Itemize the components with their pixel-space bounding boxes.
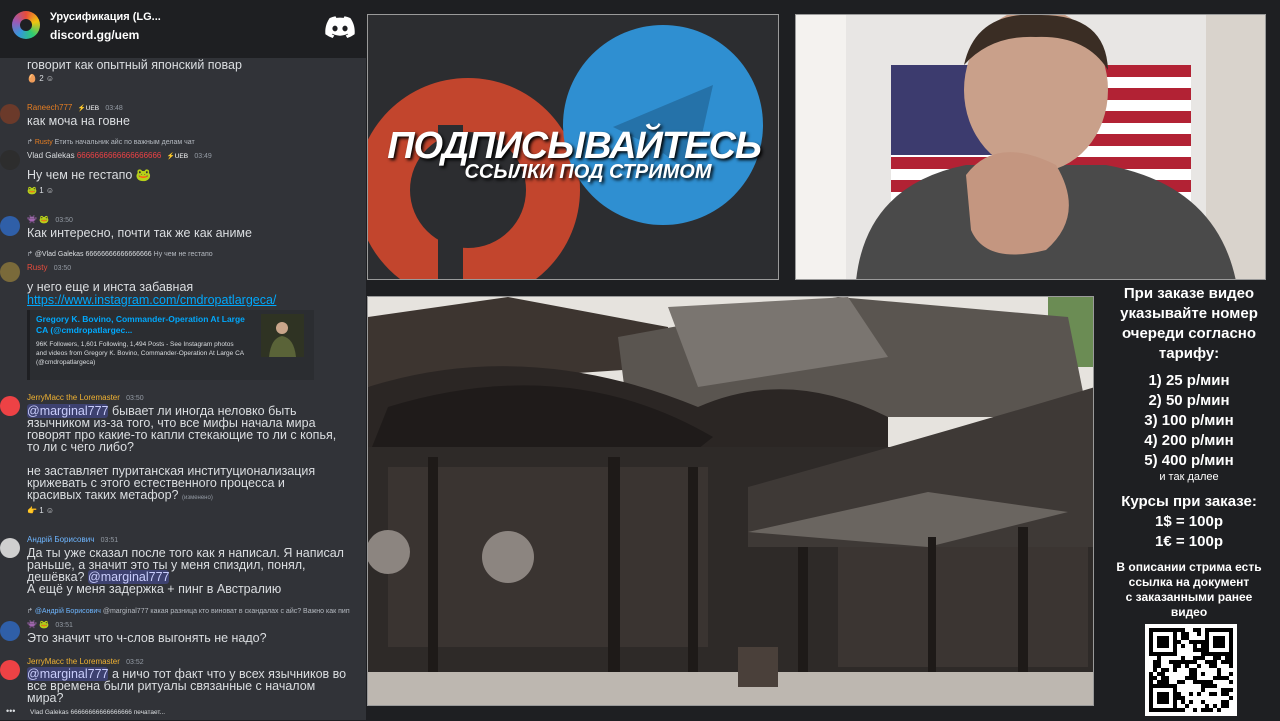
reaction-count: 1 xyxy=(39,186,44,195)
author-name[interactable]: Rusty xyxy=(27,263,47,272)
author-tag: 6666666666666666666 xyxy=(76,151,162,160)
instagram-link[interactable]: https://www.instagram.com/cmdropatlargec… xyxy=(27,293,276,307)
tariff-item: 1) 25 р/мин xyxy=(1148,372,1230,389)
rate-item: 1$ = 100р xyxy=(1155,513,1223,530)
subscribe-banner: ПОДПИСЫВАЙТЕСЬ ССЫЛКИ ПОД СТРИМОМ xyxy=(367,14,779,280)
typing-text: Vlad Galekas 66666666666666666 печатает.… xyxy=(30,709,166,716)
rates-title: Курсы при заказе: xyxy=(1121,493,1257,510)
server-invite[interactable]: discord.gg/uem xyxy=(50,28,139,42)
reply-preview[interactable]: ↱ @Vlad Galekas 66666666666666666 Ну чем… xyxy=(27,250,213,258)
author-name[interactable]: Андрій Борисович xyxy=(27,535,94,544)
webcam-feed xyxy=(795,14,1266,280)
link-embed[interactable]: Gregory K. Bovino, Commander-Operation A… xyxy=(27,310,314,380)
avatar[interactable] xyxy=(0,396,20,416)
reaction[interactable]: 🥚 2 ☺ xyxy=(27,74,54,87)
author-name[interactable]: Vlad Galekas xyxy=(27,151,75,160)
tariff-etc: и так далее xyxy=(1159,471,1219,483)
timestamp: 03:48 xyxy=(105,105,123,112)
author-name[interactable]: Raneech777 xyxy=(27,103,72,112)
add-reaction-icon[interactable]: ☺ xyxy=(46,186,54,195)
timestamp: 03:52 xyxy=(126,659,144,666)
server-icon[interactable] xyxy=(12,11,40,39)
webcam-image xyxy=(796,15,1265,279)
role-badge-icon: 👾 🐸 xyxy=(27,215,50,224)
doc-note-line: с заказанными ранее xyxy=(1125,590,1253,604)
reply-text: @marginal777 какая разница кто виноват в… xyxy=(102,608,350,615)
doc-note-line: В описании стрима есть xyxy=(1116,560,1262,574)
message-text: все времена были ритуалы связанные с нач… xyxy=(27,679,316,693)
chat-header: Урусификация (LG... discord.gg/uem xyxy=(0,0,366,58)
timestamp: 03:51 xyxy=(55,622,73,629)
avatar[interactable] xyxy=(0,621,20,641)
tariff-item: 4) 200 р/мин xyxy=(1144,432,1234,449)
timestamp: 03:51 xyxy=(100,537,119,544)
reply-author: Rusty xyxy=(34,139,53,146)
message-text: мира? xyxy=(27,691,64,705)
chat-panel: говорит как опытный японский повар 🥚 2 ☺… xyxy=(0,0,366,720)
shrine-picture xyxy=(368,297,1093,705)
message-text: красивых таких метафор? xyxy=(27,488,179,502)
rate-item: 1€ = 100р xyxy=(1155,533,1223,550)
reply-author: @Андрій Борисович xyxy=(34,608,101,615)
reaction-count: 1 xyxy=(39,506,44,515)
doc-note-line: видео xyxy=(1170,605,1208,619)
typing-indicator: ••• Vlad Galekas 66666666666666666 печат… xyxy=(0,705,366,720)
timestamp: 03:49 xyxy=(194,153,212,160)
embed-title[interactable]: Gregory K. Bovino, Commander-Operation A… xyxy=(36,314,246,336)
message-text: Это значит что ч-слов выгонять не надо? xyxy=(27,631,267,645)
reaction[interactable]: 🐸 1 ☺ xyxy=(27,186,54,199)
qr-code-pattern xyxy=(1149,628,1233,712)
tariff-list: 1) 25 р/мин 2) 50 р/мин 3) 100 р/мин 4) … xyxy=(1098,371,1280,471)
qr-code-icon xyxy=(1145,624,1237,716)
message-text: Ну чем не гестапо xyxy=(27,168,133,182)
rates-list: 1$ = 100р 1€ = 100р xyxy=(1098,512,1280,552)
reply-preview[interactable]: ↱ Rusty Етить начальник айс по важным де… xyxy=(27,138,195,146)
timestamp: 03:50 xyxy=(126,395,144,402)
author-name[interactable]: JerryMacc the Loremaster xyxy=(27,393,120,402)
typing-dots-icon: ••• xyxy=(6,706,16,716)
avatar[interactable] xyxy=(0,538,20,558)
reaction-count: 2 xyxy=(39,74,44,83)
tariff-item: 3) 100 р/мин xyxy=(1144,412,1234,429)
server-name: Урусификация (LG... xyxy=(50,11,161,23)
banner-subheading: ССЫЛКИ ПОД СТРИМОМ xyxy=(464,161,712,183)
avatar[interactable] xyxy=(0,104,20,124)
tariff-item: 2) 50 р/мин xyxy=(1148,392,1230,409)
role-badge-icon: 👾 🐸 xyxy=(27,620,50,629)
avatar[interactable] xyxy=(0,660,20,680)
embed-description: 96K Followers, 1,601 Following, 1,494 Po… xyxy=(36,341,244,366)
shrine-image xyxy=(367,296,1094,706)
author-name[interactable]: JerryMacc the Loremaster xyxy=(27,657,120,666)
timestamp: 03:50 xyxy=(53,265,72,272)
embed-thumbnail[interactable] xyxy=(261,314,304,357)
add-reaction-icon[interactable]: ☺ xyxy=(46,506,54,515)
tariff-item: 5) 400 р/мин xyxy=(1144,452,1234,469)
order-note-line: очереди согласно xyxy=(1121,325,1257,342)
reply-preview[interactable]: ↱ @Андрій Борисович @marginal777 какая р… xyxy=(27,607,350,615)
reply-text: Етить начальник айс по важным делам чат xyxy=(54,139,195,146)
timestamp: 03:50 xyxy=(55,217,73,224)
message-text: то ли с чего либо? xyxy=(27,440,134,454)
order-note-line: указывайте номер xyxy=(1120,305,1258,322)
message-text: Как интересно, почти так же как аниме xyxy=(27,226,252,240)
doc-note-line: ссылка на документ xyxy=(1128,575,1250,589)
pepe-emoji-icon: 🐸 xyxy=(135,168,152,182)
avatar[interactable] xyxy=(0,150,20,170)
message-text: говорит как опытный японский повар xyxy=(27,58,242,72)
message-text: у него еще и инста забавная xyxy=(27,280,194,294)
reply-author: @Vlad Galekas 66666666666666666 xyxy=(34,251,152,258)
order-note-line: тарифу: xyxy=(1158,345,1220,362)
reply-text: Ну чем не гестапо xyxy=(153,251,213,258)
avatar[interactable] xyxy=(0,216,20,236)
order-note-line: При заказе видео xyxy=(1123,285,1255,302)
role-badge: ⚡UEB xyxy=(166,153,189,160)
message-text: А ещё у меня задержка + пинг в Австралию xyxy=(27,582,282,596)
message-text: как моча на говне xyxy=(27,114,130,128)
discord-logo-icon xyxy=(325,16,355,38)
avatar[interactable] xyxy=(0,262,20,282)
reaction[interactable]: 👉 1 ☺ xyxy=(27,506,54,519)
role-badge: ⚡UEB xyxy=(77,105,100,112)
add-reaction-icon[interactable]: ☺ xyxy=(46,74,54,83)
edited-label: (изменено) xyxy=(181,495,213,501)
